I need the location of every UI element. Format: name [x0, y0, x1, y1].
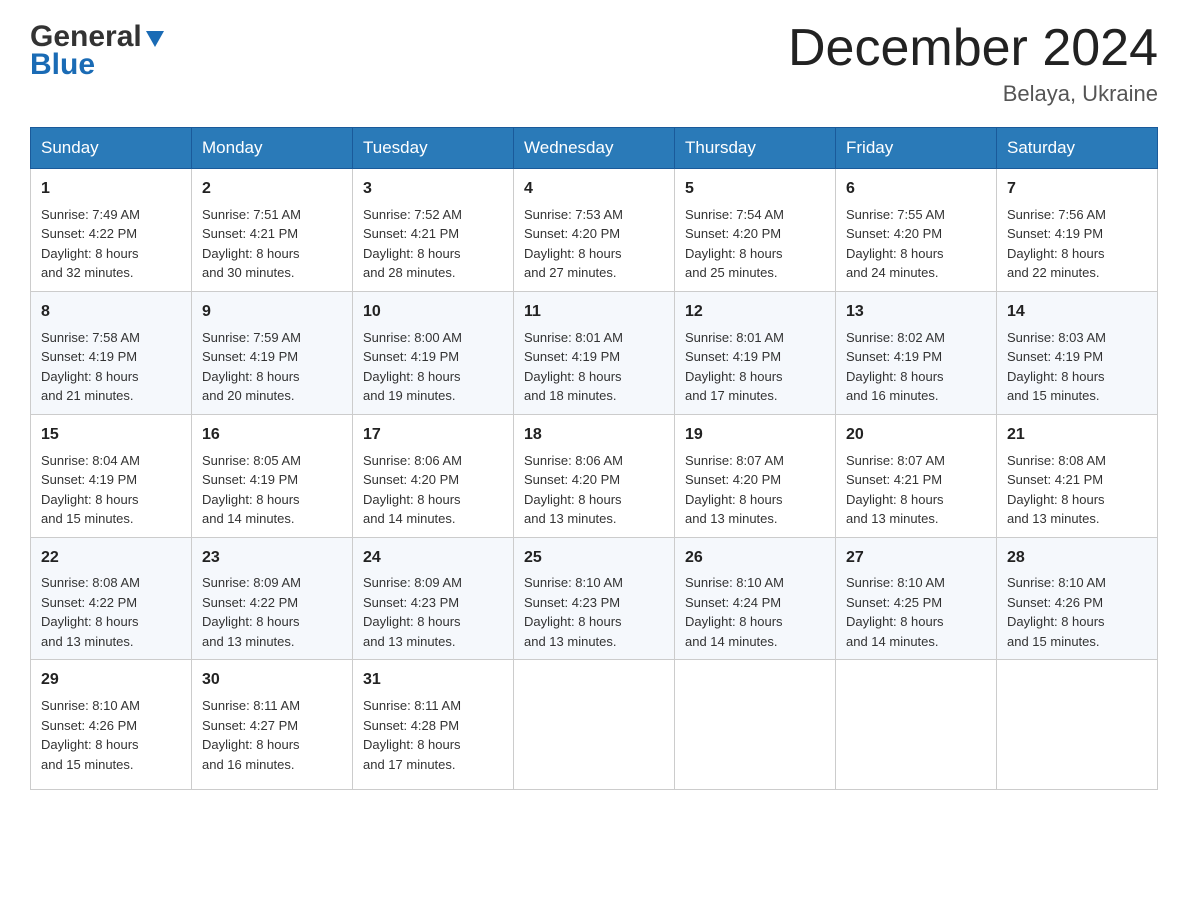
title-section: December 2024 Belaya, Ukraine	[788, 20, 1158, 107]
col-sunday: Sunday	[31, 128, 192, 169]
table-row: 10Sunrise: 8:00 AM Sunset: 4:19 PM Dayli…	[353, 291, 514, 414]
table-row: 12Sunrise: 8:01 AM Sunset: 4:19 PM Dayli…	[675, 291, 836, 414]
logo: General Blue	[30, 20, 166, 82]
table-row: 5Sunrise: 7:54 AM Sunset: 4:20 PM Daylig…	[675, 169, 836, 292]
table-row: 21Sunrise: 8:08 AM Sunset: 4:21 PM Dayli…	[997, 414, 1158, 537]
table-row: 13Sunrise: 8:02 AM Sunset: 4:19 PM Dayli…	[836, 291, 997, 414]
table-row: 22Sunrise: 8:08 AM Sunset: 4:22 PM Dayli…	[31, 537, 192, 660]
calendar-body: 1Sunrise: 7:49 AM Sunset: 4:22 PM Daylig…	[31, 169, 1158, 790]
table-row: 31Sunrise: 8:11 AM Sunset: 4:28 PM Dayli…	[353, 660, 514, 790]
table-row	[997, 660, 1158, 790]
month-title: December 2024	[788, 20, 1158, 77]
table-row: 9Sunrise: 7:59 AM Sunset: 4:19 PM Daylig…	[192, 291, 353, 414]
calendar-header: Sunday Monday Tuesday Wednesday Thursday…	[31, 128, 1158, 169]
table-row: 8Sunrise: 7:58 AM Sunset: 4:19 PM Daylig…	[31, 291, 192, 414]
table-row: 19Sunrise: 8:07 AM Sunset: 4:20 PM Dayli…	[675, 414, 836, 537]
table-row: 2Sunrise: 7:51 AM Sunset: 4:21 PM Daylig…	[192, 169, 353, 292]
table-row: 15Sunrise: 8:04 AM Sunset: 4:19 PM Dayli…	[31, 414, 192, 537]
logo-arrow-icon	[144, 27, 166, 49]
page-header: General Blue December 2024 Belaya, Ukrai…	[30, 20, 1158, 107]
table-row: 20Sunrise: 8:07 AM Sunset: 4:21 PM Dayli…	[836, 414, 997, 537]
table-row: 23Sunrise: 8:09 AM Sunset: 4:22 PM Dayli…	[192, 537, 353, 660]
table-row: 29Sunrise: 8:10 AM Sunset: 4:26 PM Dayli…	[31, 660, 192, 790]
table-row: 18Sunrise: 8:06 AM Sunset: 4:20 PM Dayli…	[514, 414, 675, 537]
table-row: 30Sunrise: 8:11 AM Sunset: 4:27 PM Dayli…	[192, 660, 353, 790]
table-row: 4Sunrise: 7:53 AM Sunset: 4:20 PM Daylig…	[514, 169, 675, 292]
table-row: 24Sunrise: 8:09 AM Sunset: 4:23 PM Dayli…	[353, 537, 514, 660]
col-tuesday: Tuesday	[353, 128, 514, 169]
table-row: 3Sunrise: 7:52 AM Sunset: 4:21 PM Daylig…	[353, 169, 514, 292]
table-row: 7Sunrise: 7:56 AM Sunset: 4:19 PM Daylig…	[997, 169, 1158, 292]
table-row	[675, 660, 836, 790]
col-saturday: Saturday	[997, 128, 1158, 169]
table-row: 16Sunrise: 8:05 AM Sunset: 4:19 PM Dayli…	[192, 414, 353, 537]
logo-blue: Blue	[30, 48, 95, 82]
col-thursday: Thursday	[675, 128, 836, 169]
table-row	[836, 660, 997, 790]
table-row: 11Sunrise: 8:01 AM Sunset: 4:19 PM Dayli…	[514, 291, 675, 414]
table-row: 25Sunrise: 8:10 AM Sunset: 4:23 PM Dayli…	[514, 537, 675, 660]
table-row: 17Sunrise: 8:06 AM Sunset: 4:20 PM Dayli…	[353, 414, 514, 537]
table-row: 1Sunrise: 7:49 AM Sunset: 4:22 PM Daylig…	[31, 169, 192, 292]
table-row	[514, 660, 675, 790]
col-wednesday: Wednesday	[514, 128, 675, 169]
table-row: 14Sunrise: 8:03 AM Sunset: 4:19 PM Dayli…	[997, 291, 1158, 414]
col-friday: Friday	[836, 128, 997, 169]
table-row: 26Sunrise: 8:10 AM Sunset: 4:24 PM Dayli…	[675, 537, 836, 660]
col-monday: Monday	[192, 128, 353, 169]
calendar-table: Sunday Monday Tuesday Wednesday Thursday…	[30, 127, 1158, 790]
table-row: 27Sunrise: 8:10 AM Sunset: 4:25 PM Dayli…	[836, 537, 997, 660]
table-row: 6Sunrise: 7:55 AM Sunset: 4:20 PM Daylig…	[836, 169, 997, 292]
table-row: 28Sunrise: 8:10 AM Sunset: 4:26 PM Dayli…	[997, 537, 1158, 660]
location: Belaya, Ukraine	[788, 81, 1158, 107]
header-row: Sunday Monday Tuesday Wednesday Thursday…	[31, 128, 1158, 169]
